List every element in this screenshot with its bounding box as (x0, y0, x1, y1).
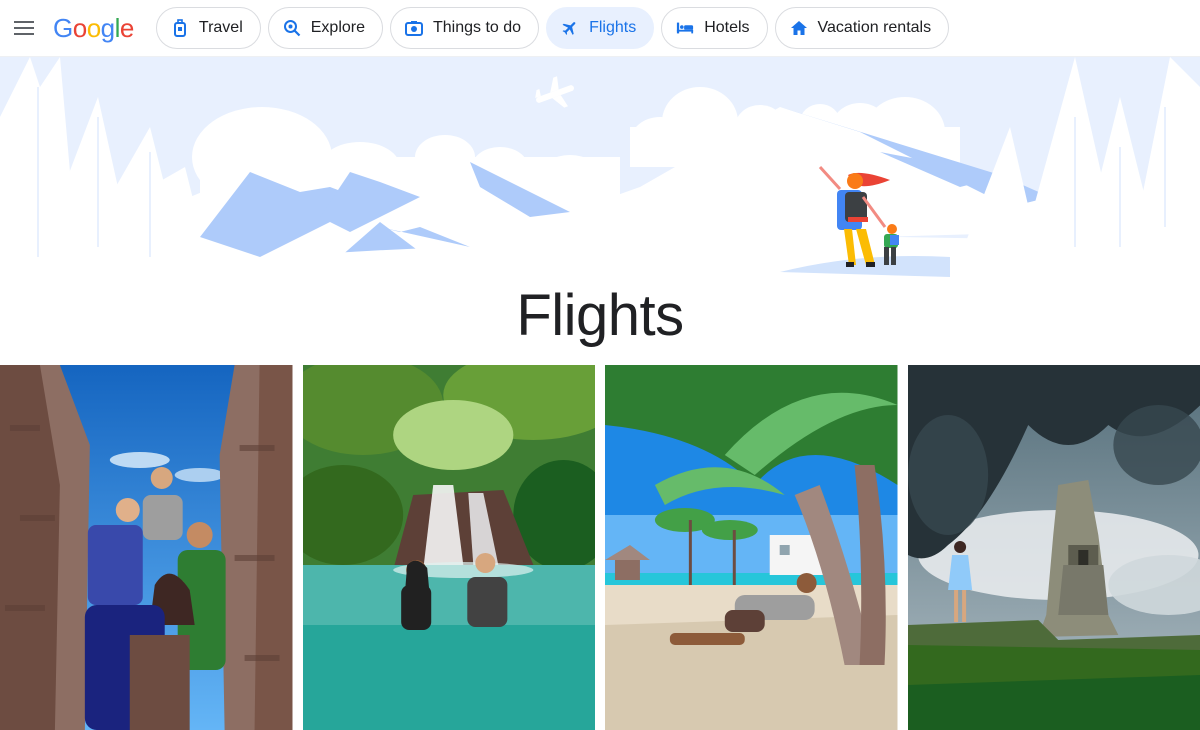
tab-vacation-rentals[interactable]: Vacation rentals (774, 7, 950, 49)
bed-icon (676, 19, 694, 37)
explore-search-icon (283, 19, 301, 37)
logo-letter-g: G (53, 13, 73, 43)
tab-things-to-do-label: Things to do (433, 19, 522, 36)
tab-things-to-do[interactable]: Things to do (390, 7, 540, 49)
logo-letter-o2: o (86, 13, 101, 43)
main-menu-button[interactable] (0, 4, 48, 52)
logo-letter-e: e (119, 13, 134, 43)
luggage-icon (171, 19, 189, 37)
home-icon (790, 19, 808, 37)
tab-hotels-label: Hotels (704, 19, 750, 36)
tab-flights-label: Flights (589, 19, 637, 36)
google-logo[interactable]: G o o g l e (53, 15, 134, 41)
two-people-in-waterfall-pool-photo[interactable] (302, 365, 595, 730)
man-relaxing-under-palm-tree-beach-photo[interactable] (605, 365, 898, 730)
group-of-friends-between-stone-walls-photo[interactable] (0, 365, 293, 730)
tab-vacation-rentals-label: Vacation rentals (817, 19, 932, 36)
hero-illustration (0, 57, 1200, 291)
camera-icon (405, 19, 423, 37)
logo-letter-o1: o (72, 13, 87, 43)
tab-explore[interactable]: Explore (267, 7, 383, 49)
tab-hotels[interactable]: Hotels (661, 7, 768, 49)
woman-facing-mayan-temple-ruins-photo[interactable] (907, 365, 1200, 730)
destination-photo-strip (0, 365, 1200, 730)
tab-flights[interactable]: Flights (546, 7, 655, 49)
airplane-icon (561, 19, 579, 37)
travel-nav-tabs: Travel Explore Things to do Flights Hote… (155, 7, 950, 49)
mountains-illustration (0, 57, 1200, 291)
tab-explore-label: Explore (310, 19, 365, 36)
page-title: Flights (516, 283, 684, 348)
hamburger-menu-icon (14, 21, 34, 35)
top-app-bar: G o o g l e Travel Explore Things to do … (0, 0, 1200, 57)
tab-travel-label: Travel (198, 19, 243, 36)
tab-travel[interactable]: Travel (155, 7, 261, 49)
logo-letter-g2: g (100, 13, 115, 43)
